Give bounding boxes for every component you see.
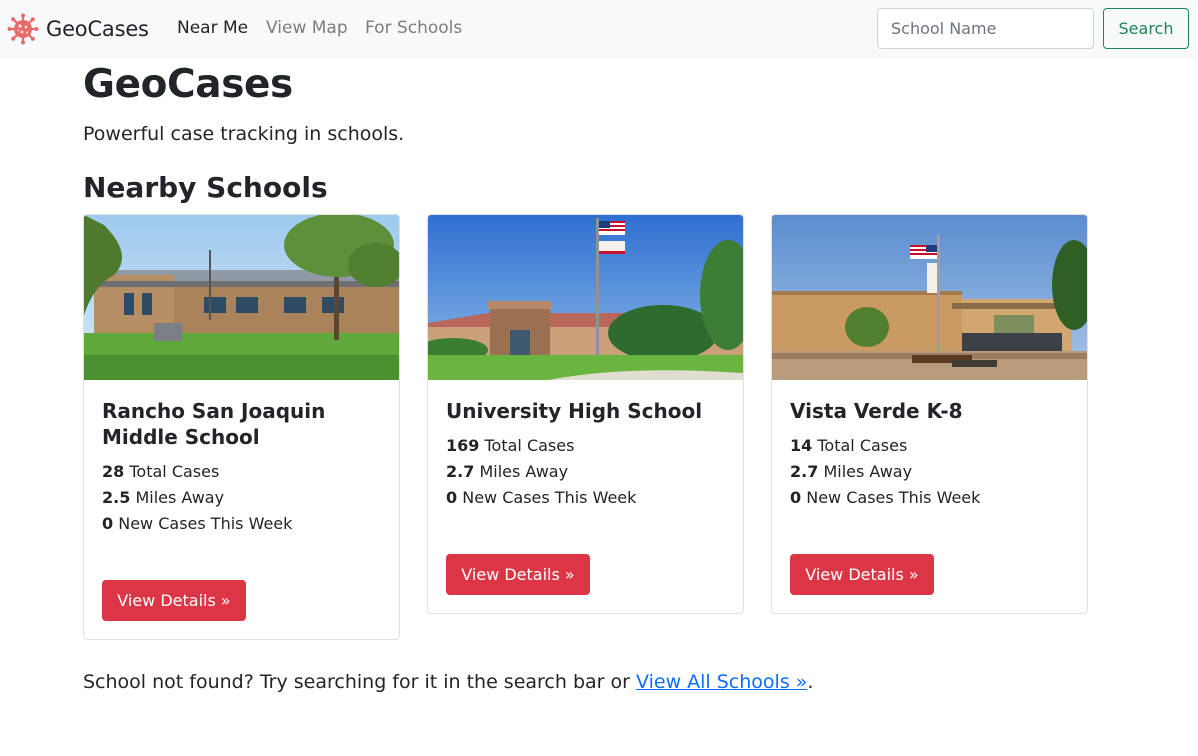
new-cases-row: 0 New Cases This Week	[446, 485, 636, 511]
nav-near-me[interactable]: Near Me	[177, 18, 248, 38]
virus-icon	[7, 13, 39, 45]
total-cases-row: 14 Total Cases	[790, 433, 980, 459]
total-cases-label: Total Cases	[817, 436, 908, 455]
school-photo	[772, 215, 1087, 380]
new-cases-value: 0	[102, 514, 114, 533]
nearby-schools-heading: Nearby Schools	[83, 171, 328, 204]
view-details-button[interactable]: View Details »	[446, 554, 590, 595]
total-cases-row: 28 Total Cases	[102, 459, 292, 485]
school-name: Vista Verde K-8	[790, 399, 963, 423]
total-cases-value: 28	[102, 462, 125, 481]
school-search-input[interactable]	[877, 8, 1094, 49]
distance-label: Miles Away	[479, 462, 569, 481]
footer-period: .	[807, 671, 814, 693]
school-stats: 14 Total Cases 2.7 Miles Away 0 New Case…	[790, 433, 980, 511]
distance-value: 2.7	[446, 462, 475, 481]
school-photo	[84, 215, 399, 380]
view-details-button[interactable]: View Details »	[790, 554, 934, 595]
distance-row: 2.7 Miles Away	[446, 459, 636, 485]
school-stats: 28 Total Cases 2.5 Miles Away 0 New Case…	[102, 459, 292, 537]
total-cases-value: 169	[446, 436, 480, 455]
nav-for-schools[interactable]: For Schools	[365, 18, 462, 38]
distance-label: Miles Away	[135, 488, 225, 507]
search-button[interactable]: Search	[1103, 8, 1189, 49]
school-name: Rancho San Joaquin Middle School	[102, 399, 326, 449]
view-all-schools-link[interactable]: View All Schools »	[636, 671, 807, 693]
school-photo	[428, 215, 743, 380]
distance-row: 2.7 Miles Away	[790, 459, 980, 485]
new-cases-label: New Cases This Week	[462, 488, 637, 507]
total-cases-label: Total Cases	[129, 462, 220, 481]
footer-text: School not found? Try searching for it i…	[83, 671, 630, 693]
new-cases-value: 0	[790, 488, 802, 507]
tagline: Powerful case tracking in schools.	[83, 123, 405, 145]
distance-row: 2.5 Miles Away	[102, 485, 292, 511]
school-card-university-high: University High School 169 Total Cases 2…	[427, 214, 744, 614]
distance-value: 2.5	[102, 488, 131, 507]
brand-link[interactable]: GeoCases	[7, 12, 149, 46]
school-not-found-note: School not found? Try searching for it i…	[83, 668, 813, 696]
distance-value: 2.7	[790, 462, 819, 481]
total-cases-row: 169 Total Cases	[446, 433, 636, 459]
total-cases-label: Total Cases	[484, 436, 575, 455]
school-card-rancho-san-joaquin: Rancho San Joaquin Middle School 28 Tota…	[83, 214, 400, 640]
new-cases-row: 0 New Cases This Week	[102, 511, 292, 537]
new-cases-row: 0 New Cases This Week	[790, 485, 980, 511]
navbar: GeoCases Near Me View Map For Schools Se…	[0, 0, 1198, 59]
new-cases-label: New Cases This Week	[806, 488, 981, 507]
distance-label: Miles Away	[823, 462, 913, 481]
brand-name: GeoCases	[46, 17, 149, 41]
school-name: University High School	[446, 399, 703, 423]
page-title: GeoCases	[83, 62, 293, 107]
view-details-button[interactable]: View Details »	[102, 580, 246, 621]
school-card-vista-verde: Vista Verde K-8 14 Total Cases 2.7 Miles…	[771, 214, 1088, 614]
nav-view-map[interactable]: View Map	[266, 18, 348, 38]
new-cases-value: 0	[446, 488, 458, 507]
total-cases-value: 14	[790, 436, 813, 455]
school-stats: 169 Total Cases 2.7 Miles Away 0 New Cas…	[446, 433, 636, 511]
new-cases-label: New Cases This Week	[118, 514, 293, 533]
